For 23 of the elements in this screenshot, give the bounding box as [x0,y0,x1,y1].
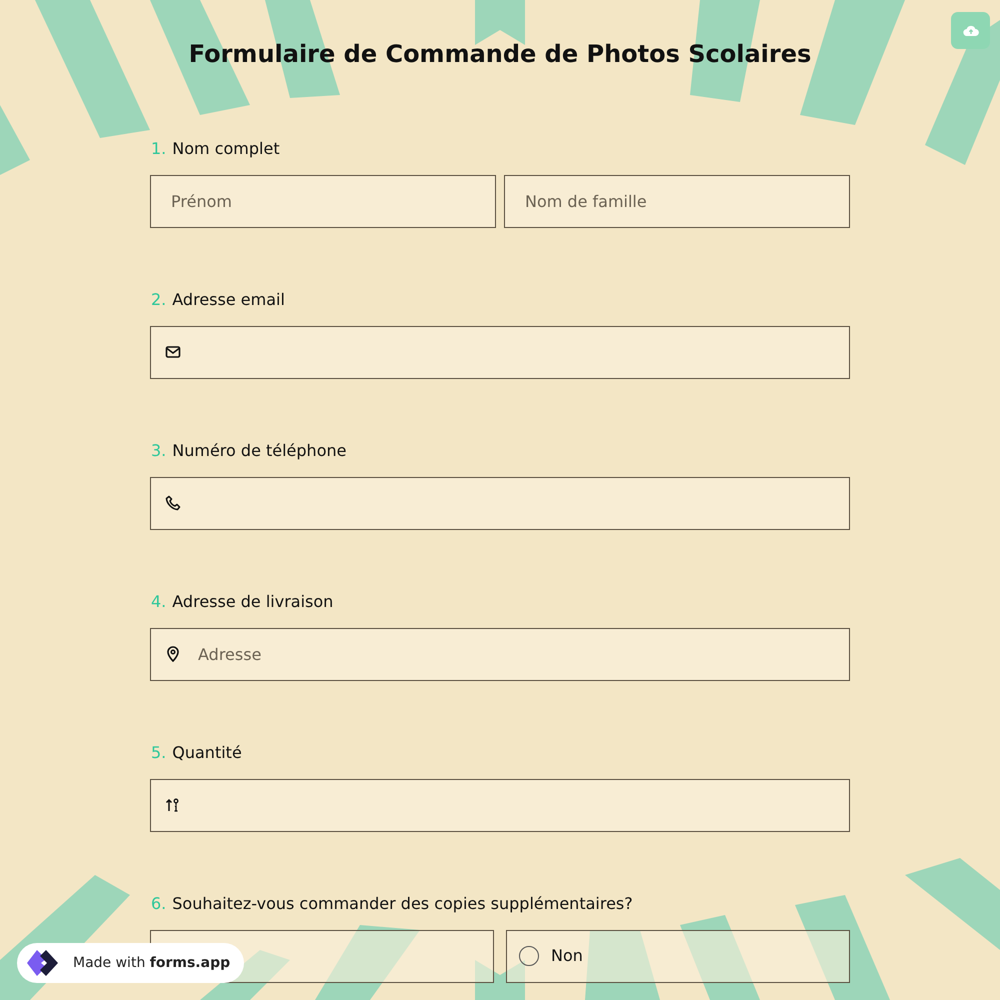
question-label: 6. Souhaitez-vous commander des copies supplémentaires? [150,892,634,915]
made-with-badge[interactable]: Made with forms.app [17,943,244,983]
question-label: 4. Adresse de livraison [150,590,334,613]
phone-icon [165,494,181,511]
question-label: 2. Adresse email [150,288,286,311]
radio-option[interactable]: Non [506,930,850,983]
map-pin-icon [165,646,181,662]
question-label: 1. Nom complet [150,138,281,160]
text-input-field[interactable]: Adresse [150,628,850,681]
cloud-upload-icon [962,24,978,36]
text-input-field[interactable]: Prénom [150,174,496,228]
envelope-icon [165,344,181,360]
radio-button[interactable] [519,946,539,966]
form-title: Formulaire de Commande de Photos Scolaires [188,40,812,69]
text-input-field[interactable] [150,326,850,379]
option-label: Non [551,945,583,968]
text-input-field[interactable]: Nom de famille [504,174,850,228]
text-input-field[interactable] [150,778,850,832]
question-label: 3. Numéro de téléphone [150,440,348,462]
sort-number-icon [165,796,181,813]
question-label: 5. Quantité [150,742,243,764]
text-input-field[interactable] [150,476,850,530]
badge-text: Made with forms.app [73,954,230,972]
